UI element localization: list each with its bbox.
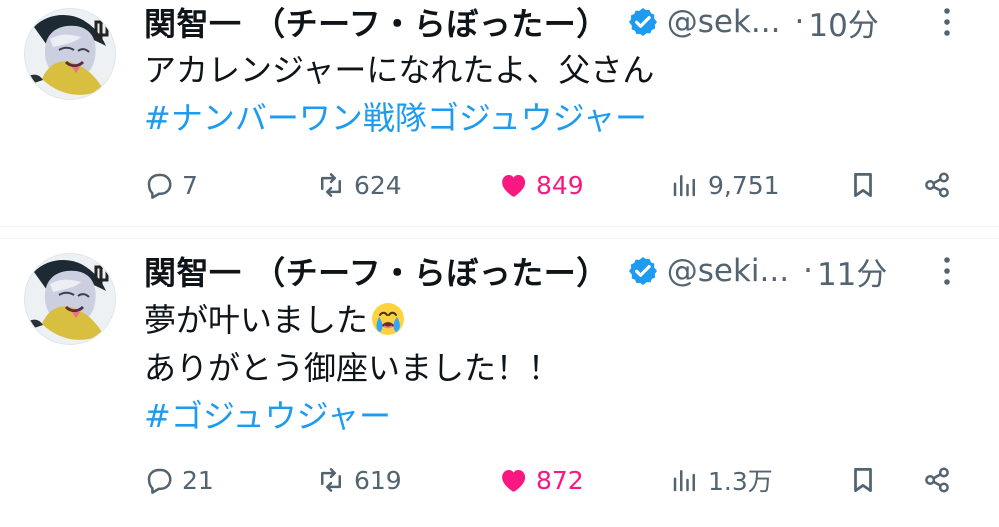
avatar[interactable] bbox=[24, 253, 116, 345]
reply-button[interactable]: 21 bbox=[144, 455, 214, 505]
retweet-button[interactable]: 624 bbox=[316, 160, 402, 210]
hashtag-link[interactable]: #ナンバーワン戦隊ゴジュウジャー bbox=[144, 94, 975, 142]
tweet-header: 関智一 （チーフ・らぼったー） @seki... · 11分 bbox=[144, 249, 979, 293]
share-icon bbox=[925, 172, 949, 198]
more-dots-icon[interactable] bbox=[935, 0, 959, 44]
heart-icon bbox=[502, 175, 526, 197]
timestamp[interactable]: 11分 bbox=[817, 249, 887, 294]
views-icon bbox=[673, 175, 695, 197]
share-button[interactable] bbox=[922, 455, 952, 505]
heart-icon bbox=[502, 470, 526, 492]
tweet-card[interactable]: 関智一 （チーフ・らぼったー） @sek... · 10分 アカレンジャーになれ… bbox=[0, 0, 999, 227]
crying-emoji-icon bbox=[372, 303, 405, 335]
views-count: 1.3万 bbox=[708, 467, 773, 496]
reply-icon bbox=[147, 468, 172, 494]
author-name[interactable]: 関智一 （チーフ・らぼったー） bbox=[144, 248, 609, 294]
verified-badge-icon bbox=[628, 8, 657, 36]
reply-button[interactable]: 7 bbox=[144, 160, 198, 210]
timestamp[interactable]: 10分 bbox=[808, 0, 878, 45]
bookmark-icon bbox=[854, 173, 872, 197]
tweet-header: 関智一 （チーフ・らぼったー） @sek... · 10分 bbox=[144, 0, 979, 44]
views-button[interactable]: 1.3万 bbox=[670, 455, 773, 505]
tweet-text-line: 夢が叶いました bbox=[144, 296, 975, 344]
tweet-text-line: ありがとう御座いました！！ bbox=[144, 349, 561, 387]
tweet-text-line: アカレンジャーになれたよ、父さん bbox=[144, 51, 655, 89]
tweet-text: 夢が叶いました ありがとう御座いました！！ #ゴジュウジャー bbox=[144, 296, 975, 440]
author-handle[interactable]: @sek... bbox=[667, 4, 781, 40]
separator-dot: · bbox=[803, 253, 813, 289]
author-name[interactable]: 関智一 （チーフ・らぼったー） bbox=[144, 0, 609, 45]
like-button[interactable]: 872 bbox=[498, 455, 584, 505]
timeline-feed: 関智一 （チーフ・らぼったー） @sek... · 10分 アカレンジャーになれ… bbox=[0, 0, 999, 527]
like-button[interactable]: 849 bbox=[498, 160, 584, 210]
views-button[interactable]: 9,751 bbox=[670, 160, 780, 210]
more-dots-icon[interactable] bbox=[935, 249, 959, 293]
like-count: 849 bbox=[536, 170, 584, 200]
author-handle[interactable]: @seki... bbox=[667, 253, 789, 289]
hashtag-link[interactable]: #ゴジュウジャー bbox=[144, 392, 975, 440]
tweet-actions: 7 624 849 9,751 bbox=[144, 160, 975, 210]
tweet-actions: 21 619 872 1.3万 bbox=[144, 455, 975, 505]
views-count: 9,751 bbox=[708, 170, 780, 200]
tweet-text-fragment: 夢が叶いました bbox=[144, 301, 369, 339]
reply-count: 21 bbox=[182, 465, 214, 495]
share-icon bbox=[925, 467, 949, 493]
like-count: 872 bbox=[536, 465, 584, 495]
separator-dot: · bbox=[794, 4, 805, 40]
share-button[interactable] bbox=[922, 160, 952, 210]
tweet-card[interactable]: 関智一 （チーフ・らぼったー） @seki... · 11分 夢が叶いました あ… bbox=[0, 238, 999, 527]
retweet-icon bbox=[321, 468, 341, 492]
bookmark-button[interactable] bbox=[848, 455, 878, 505]
reply-count: 7 bbox=[182, 170, 198, 200]
views-icon bbox=[673, 470, 695, 492]
retweet-count: 619 bbox=[354, 465, 402, 495]
tweet-text: アカレンジャーになれたよ、父さん #ナンバーワン戦隊ゴジュウジャー bbox=[144, 46, 975, 142]
retweet-button[interactable]: 619 bbox=[316, 455, 402, 505]
retweet-count: 624 bbox=[354, 170, 402, 200]
bookmark-icon bbox=[854, 468, 872, 492]
reply-icon bbox=[147, 173, 172, 199]
bookmark-button[interactable] bbox=[848, 160, 878, 210]
avatar[interactable] bbox=[24, 8, 116, 100]
verified-badge-icon bbox=[628, 257, 657, 285]
retweet-icon bbox=[321, 173, 341, 197]
